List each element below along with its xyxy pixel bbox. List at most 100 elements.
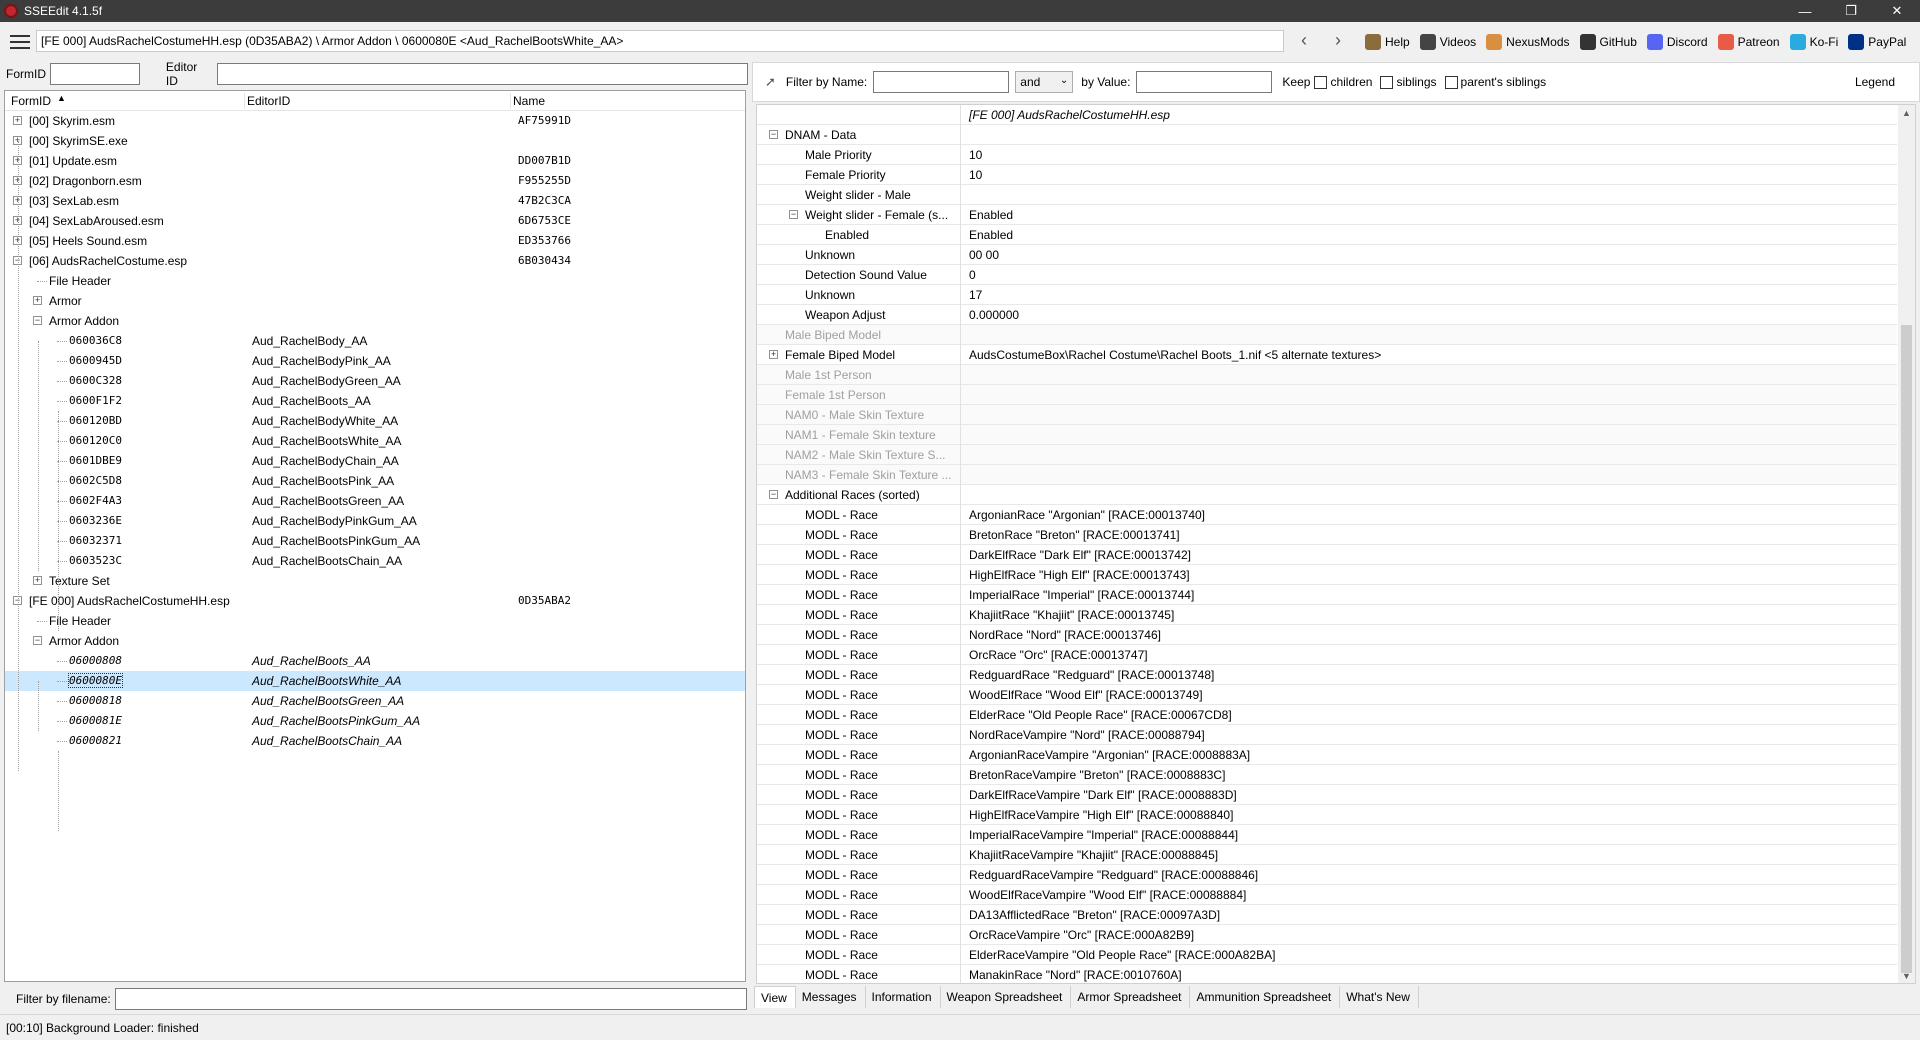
record-field-row[interactable]: − Additional Races (sorted) <box>757 485 1897 505</box>
tree-row[interactable]: File Header <box>5 271 745 291</box>
tree-row[interactable]: 0600F1F2 Aud_RachelBoots_AA <box>5 391 745 411</box>
collapse-icon[interactable]: − <box>769 490 778 499</box>
column-editorid[interactable]: EditorID <box>247 94 290 108</box>
link-paypal[interactable]: PayPal <box>1848 34 1906 50</box>
parents-siblings-checkbox[interactable] <box>1444 75 1458 89</box>
link-discord[interactable]: Discord <box>1646 34 1708 50</box>
record-field-row[interactable]: MODL - Race ImperialRaceVampire "Imperial… <box>757 825 1897 845</box>
record-field-row[interactable]: NAM3 - Female Skin Texture ... <box>757 465 1897 485</box>
tree-row[interactable]: + [02] Dragonborn.esm F955255D <box>5 171 745 191</box>
filter-name-input[interactable] <box>873 71 1010 93</box>
tree-row[interactable]: 060120C0 Aud_RachelBootsWhite_AA <box>5 431 745 451</box>
collapse-icon[interactable]: − <box>769 130 778 139</box>
tree-row[interactable]: 0600945D Aud_RachelBodyPink_AA <box>5 351 745 371</box>
collapse-icon[interactable]: − <box>33 316 42 325</box>
tab-messages[interactable]: Messages <box>796 986 866 1008</box>
expand-icon[interactable]: + <box>33 576 42 585</box>
pin-icon[interactable]: ➚ <box>765 74 776 90</box>
record-field-row[interactable]: MODL - Race ArgonianRaceVampire "Argonian… <box>757 745 1897 765</box>
tree-row[interactable]: + Texture Set <box>5 571 745 591</box>
record-field-row[interactable]: MODL - Race NordRace "Nord" [RACE:0001374… <box>757 625 1897 645</box>
link-nexusmods[interactable]: NexusMods <box>1486 34 1570 50</box>
tab-view[interactable]: View <box>754 986 796 1008</box>
record-field-row[interactable]: Unknown 17 <box>757 285 1897 305</box>
record-field-row[interactable]: MODL - Race RedguardRaceVampire "Redguard… <box>757 865 1897 885</box>
collapse-icon[interactable]: − <box>789 210 798 219</box>
legend-button[interactable]: Legend <box>1855 75 1895 89</box>
tree-row[interactable]: 0600081E Aud_RachelBootsPinkGum_AA <box>5 711 745 731</box>
tree-row[interactable]: 0601DBE9 Aud_RachelBodyChain_AA <box>5 451 745 471</box>
tree-row[interactable]: 0602F4A3 Aud_RachelBootsGreen_AA <box>5 491 745 511</box>
tree-row[interactable]: − [06] AudsRachelCostume.esp 6B030434 <box>5 251 745 271</box>
record-field-row[interactable]: + Female Biped Model AudsCostumeBox\Rachel… <box>757 345 1897 365</box>
tree-row[interactable]: + [03] SexLab.esm 47B2C3CA <box>5 191 745 211</box>
tab-weapon-spreadsheet[interactable]: Weapon Spreadsheet <box>941 986 1072 1008</box>
record-field-row[interactable]: Female Priority 10 <box>757 165 1897 185</box>
record-field-row[interactable]: MODL - Race KhajiitRaceVampire "Khajiit" … <box>757 845 1897 865</box>
record-field-row[interactable]: NAM0 - Male Skin Texture <box>757 405 1897 425</box>
record-field-row[interactable]: MODL - Race OrcRaceVampire "Orc" [RACE:00… <box>757 925 1897 945</box>
tree-row[interactable]: 060036C8 Aud_RachelBody_AA <box>5 331 745 351</box>
tab-what-s-new[interactable]: What's New <box>1340 986 1419 1008</box>
record-field-row[interactable]: Enabled Enabled <box>757 225 1897 245</box>
record-field-row[interactable]: Detection Sound Value 0 <box>757 265 1897 285</box>
record-field-row[interactable]: MODL - Race ManakinRace "Nord" [RACE:0010… <box>757 965 1897 983</box>
editorid-input[interactable] <box>216 63 748 85</box>
record-field-row[interactable]: Weight slider - Male <box>757 185 1897 205</box>
tree-row[interactable]: + [01] Update.esm DD007B1D <box>5 151 745 171</box>
back-button[interactable]: ‹ <box>1294 31 1314 51</box>
minimize-button[interactable]: — <box>1782 0 1828 22</box>
tree-row[interactable]: + [04] SexLabAroused.esm 6D6753CE <box>5 211 745 231</box>
record-field-row[interactable]: − DNAM - Data <box>757 125 1897 145</box>
expand-icon[interactable]: + <box>33 296 42 305</box>
filter-value-input[interactable] <box>1136 71 1273 93</box>
children-checkbox[interactable] <box>1314 75 1328 89</box>
record-field-row[interactable]: MODL - Race DarkElfRace "Dark Elf" [RACE:… <box>757 545 1897 565</box>
record-field-row[interactable]: NAM1 - Female Skin texture <box>757 425 1897 445</box>
scrollbar-thumb[interactable] <box>1901 325 1912 973</box>
record-field-row[interactable]: Weapon Adjust 0.000000 <box>757 305 1897 325</box>
collapse-icon[interactable]: − <box>33 636 42 645</box>
tab-armor-spreadsheet[interactable]: Armor Spreadsheet <box>1071 986 1191 1008</box>
record-field-row[interactable]: MODL - Race HighElfRace "High Elf" [RACE:… <box>757 565 1897 585</box>
record-field-row[interactable]: MODL - Race ImperialRace "Imperial" [RACE… <box>757 585 1897 605</box>
tree-row[interactable]: 0603236E Aud_RachelBodyPinkGum_AA <box>5 511 745 531</box>
record-field-row[interactable]: MODL - Race RedguardRace "Redguard" [RACE… <box>757 665 1897 685</box>
record-field-row[interactable]: − Weight slider - Female (s... Enabled <box>757 205 1897 225</box>
tree-row[interactable]: 0603523C Aud_RachelBootsChain_AA <box>5 551 745 571</box>
record-field-row[interactable]: NAM2 - Male Skin Texture S... <box>757 445 1897 465</box>
expand-icon[interactable]: + <box>769 350 778 359</box>
tree-row[interactable]: − [FE 000] AudsRachelCostumeHH.esp 0D35ABA… <box>5 591 745 611</box>
maximize-button[interactable]: ❐ <box>1828 0 1874 22</box>
record-field-row[interactable]: MODL - Race OrcRace "Orc" [RACE:00013747] <box>757 645 1897 665</box>
siblings-checkbox[interactable] <box>1380 75 1394 89</box>
tree-row[interactable]: + [00] Skyrim.esm AF75991D <box>5 111 745 131</box>
expand-icon[interactable]: + <box>13 116 22 125</box>
record-field-row[interactable]: Unknown 00 00 <box>757 245 1897 265</box>
tree-row[interactable]: 0602C5D8 Aud_RachelBootsPink_AA <box>5 471 745 491</box>
record-field-row[interactable]: MODL - Race NordRaceVampire "Nord" [RACE:… <box>757 725 1897 745</box>
tree-row[interactable]: 060120BD Aud_RachelBodyWhite_AA <box>5 411 745 431</box>
tree-row[interactable]: 06000808 Aud_RachelBoots_AA <box>5 651 745 671</box>
filename-filter-input[interactable] <box>114 988 747 1010</box>
record-field-row[interactable]: Male 1st Person <box>757 365 1897 385</box>
tab-ammunition-spreadsheet[interactable]: Ammunition Spreadsheet <box>1190 986 1341 1008</box>
record-field-row[interactable]: Male Priority 10 <box>757 145 1897 165</box>
link-ko-fi[interactable]: Ko-Fi <box>1789 34 1838 50</box>
close-button[interactable]: ✕ <box>1874 0 1920 22</box>
tree-row[interactable]: − Armor Addon <box>5 631 745 651</box>
record-field-row[interactable]: MODL - Race ElderRace "Old People Race" [… <box>757 705 1897 725</box>
record-field-row[interactable]: MODL - Race DarkElfRaceVampire "Dark Elf"… <box>757 785 1897 805</box>
record-field-row[interactable]: MODL - Race KhajiitRace "Khajiit" [RACE:0… <box>757 605 1897 625</box>
menu-icon[interactable] <box>10 35 30 49</box>
record-field-row[interactable]: MODL - Race DA13AfflictedRace "Breton" [R… <box>757 905 1897 925</box>
tree-row[interactable]: + [00] SkyrimSE.exe <box>5 131 745 151</box>
tree-row[interactable]: 06000818 Aud_RachelBootsGreen_AA <box>5 691 745 711</box>
filter-operator-select[interactable]: and ⌄ <box>1015 71 1074 93</box>
link-help[interactable]: Help <box>1365 34 1410 50</box>
link-videos[interactable]: Videos <box>1419 34 1476 50</box>
record-path-field[interactable]: [FE 000] AudsRachelCostumeHH.esp (0D35AB… <box>36 30 1284 52</box>
tab-information[interactable]: Information <box>866 986 941 1008</box>
tree-row[interactable]: 0600080E Aud_RachelBootsWhite_AA <box>5 671 745 691</box>
column-name[interactable]: Name <box>513 94 545 108</box>
